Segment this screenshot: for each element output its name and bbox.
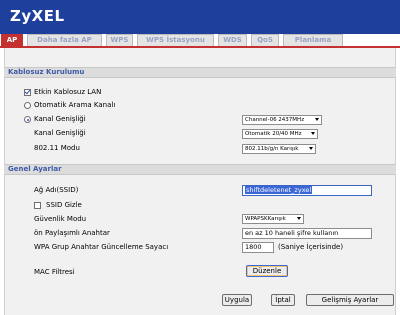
mac-filter-label: MAC Filtresi xyxy=(34,268,75,276)
enable-wlan-checkbox[interactable] xyxy=(24,89,31,96)
wireless-mode-label: 802.11 Modu xyxy=(34,144,80,152)
ssid-input[interactable]: shiftdeletenet_zyxel xyxy=(242,185,372,196)
hide-ssid-checkbox[interactable] xyxy=(34,202,41,209)
channel-width-label: Kanal Genişliği xyxy=(34,129,86,137)
section-wireless-setup: Kablosuz Kurulumu xyxy=(4,67,396,78)
channel-select-value: Channel-06 2437MHz xyxy=(245,117,305,123)
psk-label: ön Paylaşımlı Anahtar xyxy=(34,229,110,237)
psk-value: en az 10 haneli şifre kullanın xyxy=(245,229,339,237)
chevron-down-icon xyxy=(309,147,313,150)
channel-radio-label: Kanal Genişliği xyxy=(34,115,86,123)
wireless-mode-select[interactable]: 802.11b/g/n Karışık xyxy=(242,144,316,154)
apply-button[interactable]: Uygula xyxy=(222,294,252,306)
section-general-settings: Genel Ayarlar xyxy=(4,164,396,175)
hide-ssid-label: SSID Gizle xyxy=(46,201,82,209)
enable-wlan-label: Etkin Kablosuz LAN xyxy=(34,88,102,96)
security-mode-value: WPAPSKKarışık xyxy=(245,216,286,222)
advanced-settings-button[interactable]: Gelişmiş Ayarlar xyxy=(306,294,394,306)
mac-filter-edit-button[interactable]: Düzenle xyxy=(246,265,288,277)
app-header: ZyXEL xyxy=(0,0,400,34)
rekey-timer-value: 1800 xyxy=(245,243,262,251)
rekey-unit-label: (Saniye İçerisinde) xyxy=(278,243,344,251)
zyxel-logo: ZyXEL xyxy=(10,7,65,25)
channel-width-select[interactable]: Otomatik 20/40 MHz xyxy=(242,129,318,139)
chevron-down-icon xyxy=(297,217,301,220)
auto-channel-radio[interactable] xyxy=(24,102,31,109)
channel-radio[interactable] xyxy=(24,116,31,123)
chevron-down-icon xyxy=(311,132,315,135)
security-mode-label: Güvenlik Modu xyxy=(34,215,87,223)
chevron-down-icon xyxy=(315,118,319,121)
rekey-timer-input[interactable]: 1800 xyxy=(242,242,274,253)
wireless-mode-value: 802.11b/g/n Karışık xyxy=(245,146,299,152)
auto-channel-label: Otomatik Arama Kanalı xyxy=(34,101,116,109)
cancel-button[interactable]: İptal xyxy=(271,294,295,306)
psk-input[interactable]: en az 10 haneli şifre kullanın xyxy=(242,228,372,239)
channel-select[interactable]: Channel-06 2437MHz xyxy=(242,115,322,125)
ssid-label: Ağ Adı(SSID) xyxy=(34,186,79,194)
rekey-timer-label: WPA Grup Anahtar Güncelleme Sayacı xyxy=(34,243,169,251)
security-mode-select[interactable]: WPAPSKKarışık xyxy=(242,214,304,224)
channel-width-value: Otomatik 20/40 MHz xyxy=(245,131,302,137)
ssid-value: shiftdeletenet_zyxel xyxy=(245,186,313,194)
